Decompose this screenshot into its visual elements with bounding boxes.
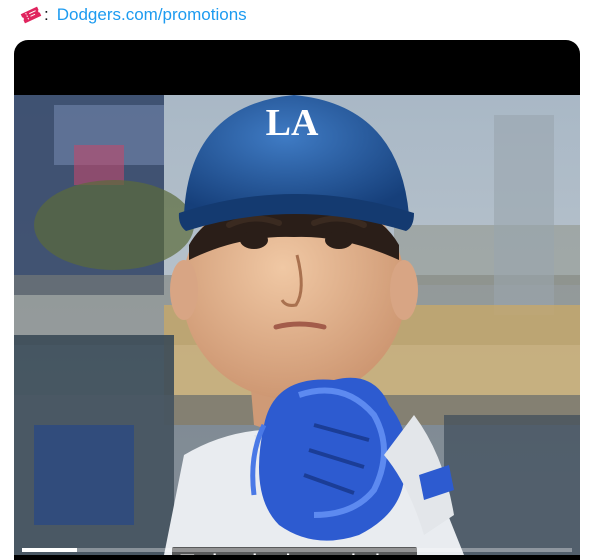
bobblehead-scene: LA bbox=[14, 95, 580, 555]
progress-fill bbox=[22, 548, 77, 552]
cap-logo: LA bbox=[266, 102, 319, 144]
colon-separator: : bbox=[44, 5, 49, 24]
video-player[interactable]: LA To be the best pitcher bbox=[14, 40, 580, 560]
video-frame[interactable]: LA To be the best pitcher bbox=[14, 95, 580, 555]
ticket-icon bbox=[20, 5, 42, 25]
promotions-link[interactable]: Dodgers.com/promotions bbox=[57, 5, 247, 25]
promo-link-row: : Dodgers.com/promotions bbox=[20, 4, 247, 26]
progress-bar[interactable] bbox=[22, 548, 572, 552]
